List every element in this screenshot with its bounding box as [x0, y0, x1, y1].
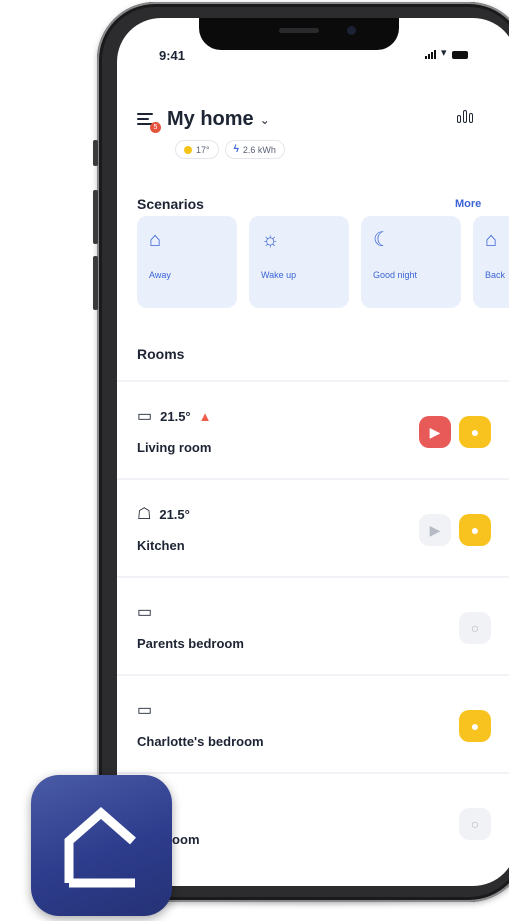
chevron-down-icon[interactable]: ⌄: [260, 113, 270, 127]
media-play-button[interactable]: ▶: [419, 514, 451, 546]
speaker: [279, 28, 319, 33]
notification-badge: 5: [150, 121, 161, 133]
room-temperature: 21.5°: [160, 408, 191, 424]
battery-icon: [451, 51, 468, 59]
energy-chip[interactable]: ϟ 2.6 kWh: [224, 140, 285, 159]
house-logo-icon: [64, 807, 136, 888]
light-bulb-button[interactable]: ●: [459, 514, 491, 546]
light-bulb-button[interactable]: ○: [459, 612, 491, 644]
scenarios-title: Scenarios: [137, 196, 204, 212]
room-row-kitchen[interactable]: ☖ 21.5° Kitchen ▶ ●: [117, 478, 509, 576]
energy-value: 2.6 kWh: [242, 144, 276, 155]
temperature-value: 17°: [196, 144, 210, 155]
room-row-charlottes-bedroom[interactable]: ▭ Charlotte's bedroom ●: [117, 674, 509, 772]
scenarios-more-link[interactable]: More: [455, 198, 481, 210]
house-enter-icon: ⌂: [485, 229, 498, 251]
heating-flame-icon: ▲: [198, 408, 212, 424]
home-chips: 17° ϟ 2.6 kWh: [175, 140, 285, 159]
pot-icon: ☖: [137, 506, 152, 523]
light-bulb-button[interactable]: ●: [459, 416, 491, 448]
room-name: Living room: [137, 440, 212, 455]
house-exit-icon: ⌂: [149, 229, 162, 251]
sun-icon: [184, 145, 192, 154]
phone-volume-down: [93, 256, 98, 310]
wifi-icon: ▾: [441, 47, 447, 59]
home-selector[interactable]: My home: [167, 108, 254, 131]
home-header: 5 My home ⌄: [137, 108, 270, 133]
bed-icon: ▭: [137, 702, 153, 719]
media-play-button[interactable]: ▶: [419, 416, 451, 448]
sofa-icon: ▭: [137, 408, 153, 425]
scenario-card-wake-up[interactable]: ☼ Wake up: [249, 216, 349, 308]
weather-chip[interactable]: 17°: [175, 140, 219, 159]
phone-volume-up: [93, 190, 98, 244]
room-name: Parents bedroom: [137, 636, 244, 651]
phone-mute-switch: [93, 140, 98, 166]
scenario-label: Back: [485, 270, 506, 280]
light-bulb-button[interactable]: ○: [459, 808, 491, 840]
signal-icon: [425, 50, 436, 59]
room-name: Charlotte's bedroom: [137, 734, 264, 749]
scenario-label: Good night: [373, 270, 418, 280]
rooms-title: Rooms: [137, 346, 185, 362]
notch: [199, 18, 399, 50]
room-row-living-room[interactable]: ▭ 21.5° ▲ Living room ▶ ●: [117, 380, 509, 478]
scenario-card-back[interactable]: ⌂ Back: [473, 216, 509, 308]
sun-icon: ☼: [261, 229, 280, 251]
light-bulb-button[interactable]: ●: [459, 710, 491, 742]
scenarios-row: ⌂ Away ☼ Wake up ☾ Good night ⌂ Back: [137, 216, 509, 308]
phone-screen: 9:41 ▾ 5 My home ⌄ 17° ϟ 2.6 kWh Scenari…: [117, 18, 509, 886]
front-camera: [347, 26, 356, 35]
room-row-partial[interactable]: room ○: [117, 772, 509, 870]
room-name: Kitchen: [137, 538, 185, 553]
scenario-card-away[interactable]: ⌂ Away: [137, 216, 237, 308]
scenario-label: Away: [149, 270, 171, 280]
room-row-parents-bedroom[interactable]: ▭ Parents bedroom ○: [117, 576, 509, 674]
scenario-card-good-night[interactable]: ☾ Good night: [361, 216, 461, 308]
app-logo: [31, 775, 172, 916]
menu-icon[interactable]: 5: [137, 112, 161, 133]
bolt-icon: ϟ: [233, 144, 239, 155]
bed-icon: ▭: [137, 604, 153, 621]
status-time: 9:41: [159, 48, 186, 63]
moon-icon: ☾: [373, 229, 391, 251]
stats-icon[interactable]: [457, 110, 473, 123]
scenario-label: Wake up: [261, 270, 297, 280]
room-temperature: 21.5°: [159, 506, 190, 522]
status-icons: ▾: [425, 48, 468, 59]
